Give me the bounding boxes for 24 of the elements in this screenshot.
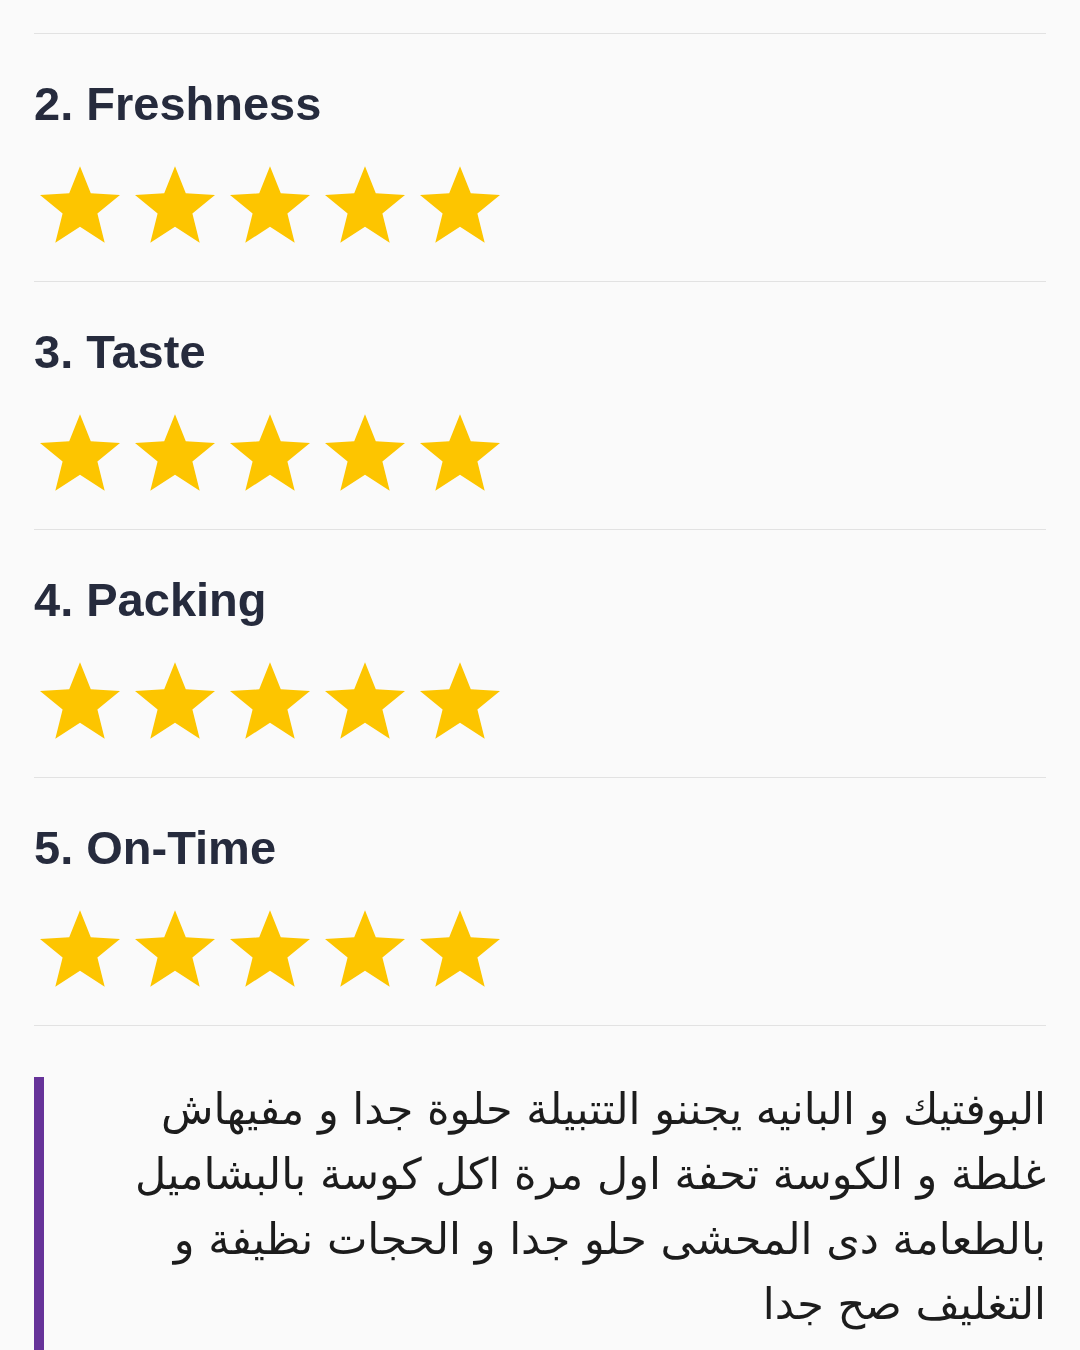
star-icon — [420, 414, 500, 491]
star-icon — [135, 910, 215, 987]
star-icon — [40, 166, 120, 243]
star-icon — [135, 414, 215, 491]
star-icon — [325, 166, 405, 243]
star-icon — [230, 662, 310, 739]
star-icon — [420, 166, 500, 243]
star-icon — [420, 662, 500, 739]
rating-title: 3. Taste — [34, 328, 206, 375]
star-icon — [325, 662, 405, 739]
star-icon — [230, 166, 310, 243]
review-text: البوفتيك و البانيه يجننو التتبيلة حلوة جدا و مفيهاش غلطة و الكوسة تحفة اول مرة اكل كوسة بالبشاميل بالطعامة دى المحشى حلو جدا و الحجات نظيفة و التغليف صح جدا — [134, 1083, 1046, 1332]
star-icon — [420, 910, 500, 987]
star-icon — [135, 662, 215, 739]
rating-title: 5. On-Time — [34, 824, 277, 871]
rating-title: 2. Freshness — [34, 80, 322, 127]
star-icon — [135, 166, 215, 243]
star-icon — [40, 910, 120, 987]
star-icon — [40, 414, 120, 491]
star-icon — [40, 662, 120, 739]
star-icon — [325, 414, 405, 491]
star-icon — [325, 910, 405, 987]
star-icon — [230, 910, 310, 987]
star-icon — [230, 414, 310, 491]
